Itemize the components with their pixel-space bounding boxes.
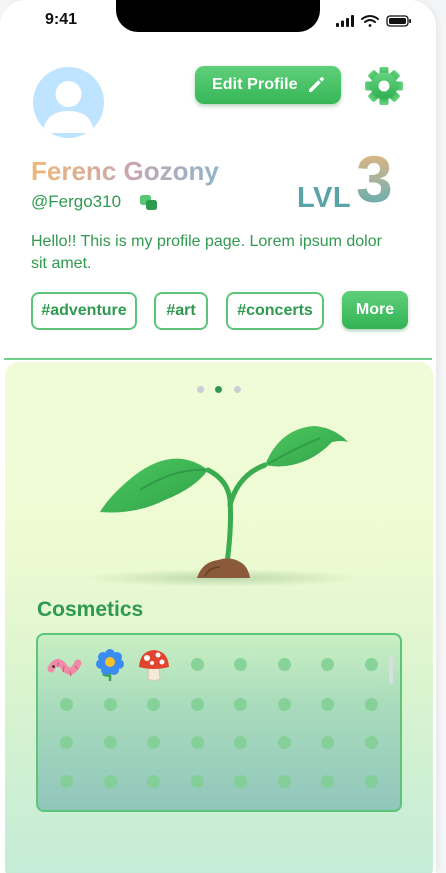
carousel-dot-2[interactable] [215,386,222,393]
cosmetic-slot[interactable] [278,698,291,711]
cosmetic-slot[interactable] [278,775,291,788]
profile-name: Ferenc Gozony [31,156,219,186]
profile-handle: @Fergo310 [31,192,122,211]
cosmetic-slot[interactable] [191,658,204,671]
cosmetics-scrollbar[interactable] [389,656,393,684]
avatar[interactable] [33,67,104,138]
cosmetic-slot[interactable] [321,736,334,749]
carousel-dot-3[interactable] [234,386,241,393]
cosmetic-slot[interactable] [365,658,378,671]
pencil-icon [309,77,324,92]
more-button[interactable]: More [342,291,408,329]
cosmetic-slot[interactable] [104,698,117,711]
cosmetic-slot[interactable] [321,698,334,711]
cosmetic-slot[interactable] [365,698,378,711]
cosmetic-slot[interactable] [234,775,247,788]
cosmetic-slot[interactable] [147,775,160,788]
cosmetic-slot[interactable] [60,736,73,749]
cosmetic-slot[interactable] [147,698,160,711]
cosmetic-slot[interactable] [365,775,378,788]
cosmetic-slot[interactable] [365,736,378,749]
status-time: 9:41 [45,11,78,28]
cosmetic-slot[interactable] [104,736,117,749]
level-value: 3 [356,142,393,216]
copy-icon[interactable] [139,194,159,211]
level-label: LVL [297,182,352,214]
carousel-dot-1[interactable] [197,386,204,393]
cosmetic-slot[interactable] [60,698,73,711]
profile-screen: 9:41 Edit Profile Ferenc Gozony @Fergo31… [0,0,436,873]
cosmetics-title: Cosmetics [37,598,144,621]
cosmetic-slot[interactable] [234,698,247,711]
profile-bio: Hello!! This is my profile page. Lorem i… [31,233,382,272]
tag-concerts[interactable]: #concerts [226,292,324,330]
blue-flower-icon[interactable] [92,647,128,683]
edit-profile-button[interactable]: Edit Profile [195,66,341,104]
gear-icon[interactable] [364,66,404,106]
status-icons [336,15,411,27]
notch [116,0,320,32]
user-silhouette-icon [43,81,94,133]
cosmetic-slot[interactable] [191,698,204,711]
cosmetic-slot[interactable] [191,736,204,749]
cosmetic-slot[interactable] [104,775,117,788]
section-divider [4,358,432,360]
cosmetic-slot[interactable] [321,658,334,671]
cosmetic-slot[interactable] [321,775,334,788]
battery-icon [386,15,411,27]
mushroom-icon[interactable] [136,647,172,683]
wifi-icon [361,15,379,27]
cosmetic-slot[interactable] [147,736,160,749]
cosmetic-slot[interactable] [278,658,291,671]
worm-icon[interactable] [47,647,83,683]
tag-art[interactable]: #art [154,292,208,330]
signal-icon [336,15,354,27]
cosmetic-slot[interactable] [191,775,204,788]
sprout-illustration [83,426,363,587]
edit-profile-label: Edit Profile [212,76,298,93]
cosmetic-slot[interactable] [234,658,247,671]
cosmetic-slot[interactable] [234,736,247,749]
cosmetic-slot[interactable] [278,736,291,749]
cosmetics-grid [36,633,402,812]
status-bar: 9:41 [0,0,436,40]
cosmetic-slot[interactable] [60,775,73,788]
tag-adventure[interactable]: #adventure [31,292,137,330]
